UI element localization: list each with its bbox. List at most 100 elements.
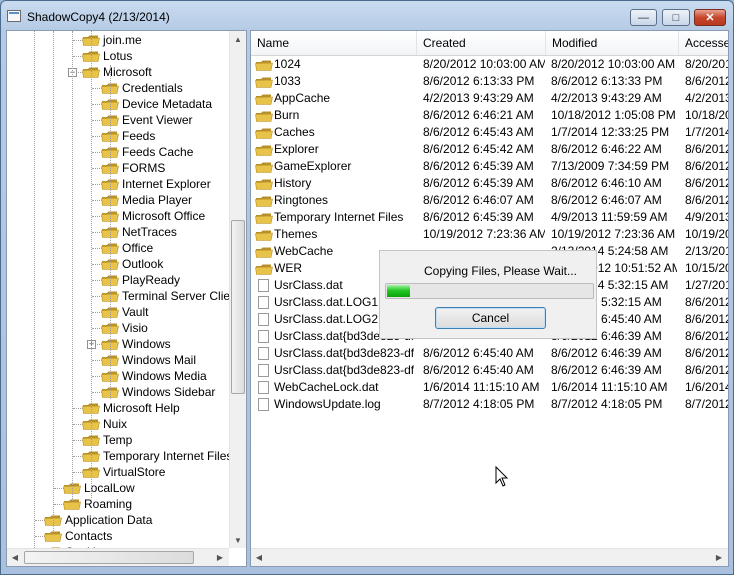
minimize-icon: —	[638, 11, 649, 24]
folder-tree[interactable]: join.me Lotus − Microsoft Credentials Device …	[6, 30, 247, 567]
scroll-right-arrow-icon[interactable]: ▶	[711, 549, 727, 565]
tree-item[interactable]: Vault	[101, 304, 148, 320]
column-header-modified[interactable]: Modified	[546, 31, 679, 55]
list-item[interactable]: Temporary Internet Files 8/6/2012 6:45:39…	[251, 209, 728, 226]
cell-accessed: 8/6/2012 6:46:10 AM	[685, 176, 728, 190]
scroll-right-arrow-icon[interactable]: ▶	[212, 549, 228, 565]
list-item[interactable]: Ringtones 8/6/2012 6:46:07 AM 8/6/2012 6:4…	[251, 192, 728, 209]
minimize-button[interactable]: —	[630, 9, 657, 26]
tree-horizontal-scrollbar[interactable]: ◀ ▶	[7, 548, 229, 566]
progress-bar	[385, 283, 594, 299]
tree-item[interactable]: Internet Explorer	[101, 176, 211, 192]
cell-modified: 8/6/2012 6:46:39 AM	[551, 346, 662, 360]
cell-accessed: 4/2/2013 9:43:29 AM	[685, 91, 728, 105]
column-header-created[interactable]: Created	[417, 31, 546, 55]
title-bar[interactable]: ShadowCopy4 (2/13/2014) — □ ✕	[0, 0, 734, 34]
cell-accessed: 8/6/2012 6:13:33 PM	[685, 74, 728, 88]
tree-item[interactable]: Temp	[82, 432, 132, 448]
tree-item[interactable]: Application Data	[44, 512, 152, 528]
tree-item[interactable]: Microsoft Office	[101, 208, 205, 224]
list-item[interactable]: Burn 8/6/2012 6:46:21 AM 10/18/2012 1:05:0…	[251, 107, 728, 124]
tree-item-label: Contacts	[65, 529, 113, 543]
tree-item-label: Event Viewer	[122, 113, 193, 127]
tree-item[interactable]: PlayReady	[101, 272, 180, 288]
folder-icon	[255, 196, 273, 207]
tree-item[interactable]: Media Player	[101, 192, 192, 208]
list-item[interactable]: WindowsUpdate.log 8/7/2012 4:18:05 PM 8/7/…	[251, 396, 728, 413]
tree-item[interactable]: Terminal Server Client	[101, 288, 240, 304]
list-item[interactable]: UsrClass.dat{bd3de823-dfe... 8/6/2012 6:4…	[251, 345, 728, 362]
tree-item-label: Terminal Server Client	[122, 289, 241, 303]
tree-item-label: FORMS	[122, 161, 166, 175]
tree-item-label: Credentials	[122, 81, 183, 95]
cell-created: 8/6/2012 6:45:39 AM	[423, 176, 534, 190]
list-item[interactable]: 1033 8/6/2012 6:13:33 PM 8/6/2012 6:13:33 …	[251, 73, 728, 90]
tree-item[interactable]: Event Viewer	[101, 112, 192, 128]
mouse-cursor-icon	[495, 466, 509, 487]
tree-item[interactable]: Office	[101, 240, 153, 256]
list-item[interactable]: Explorer 8/6/2012 6:45:42 AM 8/6/2012 6:46…	[251, 141, 728, 158]
cell-created: 8/6/2012 6:45:40 AM	[423, 363, 534, 377]
tree-item[interactable]: Windows	[101, 336, 171, 352]
list-item[interactable]: Themes 10/19/2012 7:23:36 AM 10/19/2012 7:…	[251, 226, 728, 243]
maximize-button[interactable]: □	[662, 9, 690, 26]
tree-item[interactable]: Temporary Internet Files	[82, 448, 232, 464]
list-horizontal-scrollbar[interactable]: ◀ ▶	[251, 548, 728, 566]
cell-name: Ringtones	[274, 193, 329, 207]
progress-fill	[387, 285, 410, 297]
tree-item-label: Temp	[103, 433, 133, 447]
tree-item-label: Media Player	[122, 193, 193, 207]
tree-item[interactable]: Lotus	[82, 48, 132, 64]
tree-item[interactable]: Windows Media	[101, 368, 207, 384]
column-header-accessed[interactable]: Accessed	[679, 31, 728, 55]
tree-item[interactable]: Windows Sidebar	[101, 384, 215, 400]
cell-accessed: 10/18/2012 1:05:08 PM	[685, 108, 728, 122]
tree-item-label: Office	[122, 241, 154, 255]
list-item[interactable]: 1024 8/20/2012 10:03:00 AM 8/20/2012 10:03…	[251, 56, 728, 73]
tree-item-label: Windows Sidebar	[122, 385, 216, 399]
cell-created: 8/6/2012 6:46:21 AM	[423, 108, 534, 122]
list-item[interactable]: AppCache 4/2/2013 9:43:29 AM 4/2/2013 9:43…	[251, 90, 728, 107]
tree-vertical-scrollbar[interactable]: ▲ ▼	[229, 31, 246, 548]
tree-item[interactable]: Contacts	[44, 528, 112, 544]
scroll-down-arrow-icon[interactable]: ▼	[230, 532, 246, 548]
list-item[interactable]: UsrClass.dat{bd3de823-dfe... 8/6/2012 6:4…	[251, 362, 728, 379]
cell-created: 10/19/2012 7:23:36 AM	[423, 227, 545, 241]
list-item[interactable]: GameExplorer 8/6/2012 6:45:39 AM 7/13/2009…	[251, 158, 728, 175]
folder-icon	[255, 247, 273, 258]
cell-modified: 4/9/2013 11:59:59 AM	[551, 210, 668, 224]
tree-scroll-thumb[interactable]	[231, 220, 245, 394]
tree-item-label: join.me	[103, 33, 142, 47]
tree-item[interactable]: LocalLow	[63, 480, 135, 496]
tree-item[interactable]: Microsoft	[82, 64, 152, 80]
cell-modified: 10/19/2012 7:23:36 AM	[551, 227, 676, 241]
cell-created: 8/6/2012 6:45:43 AM	[423, 125, 534, 139]
cancel-button[interactable]: Cancel	[435, 307, 546, 329]
tree-item[interactable]: Roaming	[63, 496, 132, 512]
tree-item[interactable]: VirtualStore	[82, 464, 165, 480]
file-icon	[258, 330, 269, 343]
cell-name: Explorer	[274, 142, 319, 156]
list-item[interactable]: WebCacheLock.dat 1/6/2014 11:15:10 AM 1/6/…	[251, 379, 728, 396]
tree-item[interactable]: Windows Mail	[101, 352, 196, 368]
list-item[interactable]: History 8/6/2012 6:45:39 AM 8/6/2012 6:46:…	[251, 175, 728, 192]
tree-item[interactable]: Microsoft Help	[82, 400, 180, 416]
file-icon	[258, 347, 269, 360]
scroll-up-arrow-icon[interactable]: ▲	[230, 31, 246, 47]
tree-hscroll-thumb[interactable]	[24, 551, 194, 564]
scroll-left-arrow-icon[interactable]: ◀	[251, 549, 267, 565]
tree-item[interactable]: NetTraces	[101, 224, 177, 240]
tree-item[interactable]: Nuix	[82, 416, 127, 432]
folder-icon	[255, 128, 273, 139]
folder-icon	[255, 213, 273, 224]
tree-item[interactable]: Credentials	[101, 80, 183, 96]
close-button[interactable]: ✕	[694, 9, 726, 26]
column-header-name[interactable]: Name	[251, 31, 417, 55]
folder-icon	[255, 60, 273, 71]
tree-item[interactable]: Visio	[101, 320, 148, 336]
scroll-left-arrow-icon[interactable]: ◀	[7, 549, 23, 565]
folder-icon	[255, 162, 273, 173]
tree-item[interactable]: Device Metadata	[101, 96, 212, 112]
list-item[interactable]: Caches 8/6/2012 6:45:43 AM 1/7/2014 12:33:…	[251, 124, 728, 141]
tree-item[interactable]: Feeds Cache	[101, 144, 193, 160]
